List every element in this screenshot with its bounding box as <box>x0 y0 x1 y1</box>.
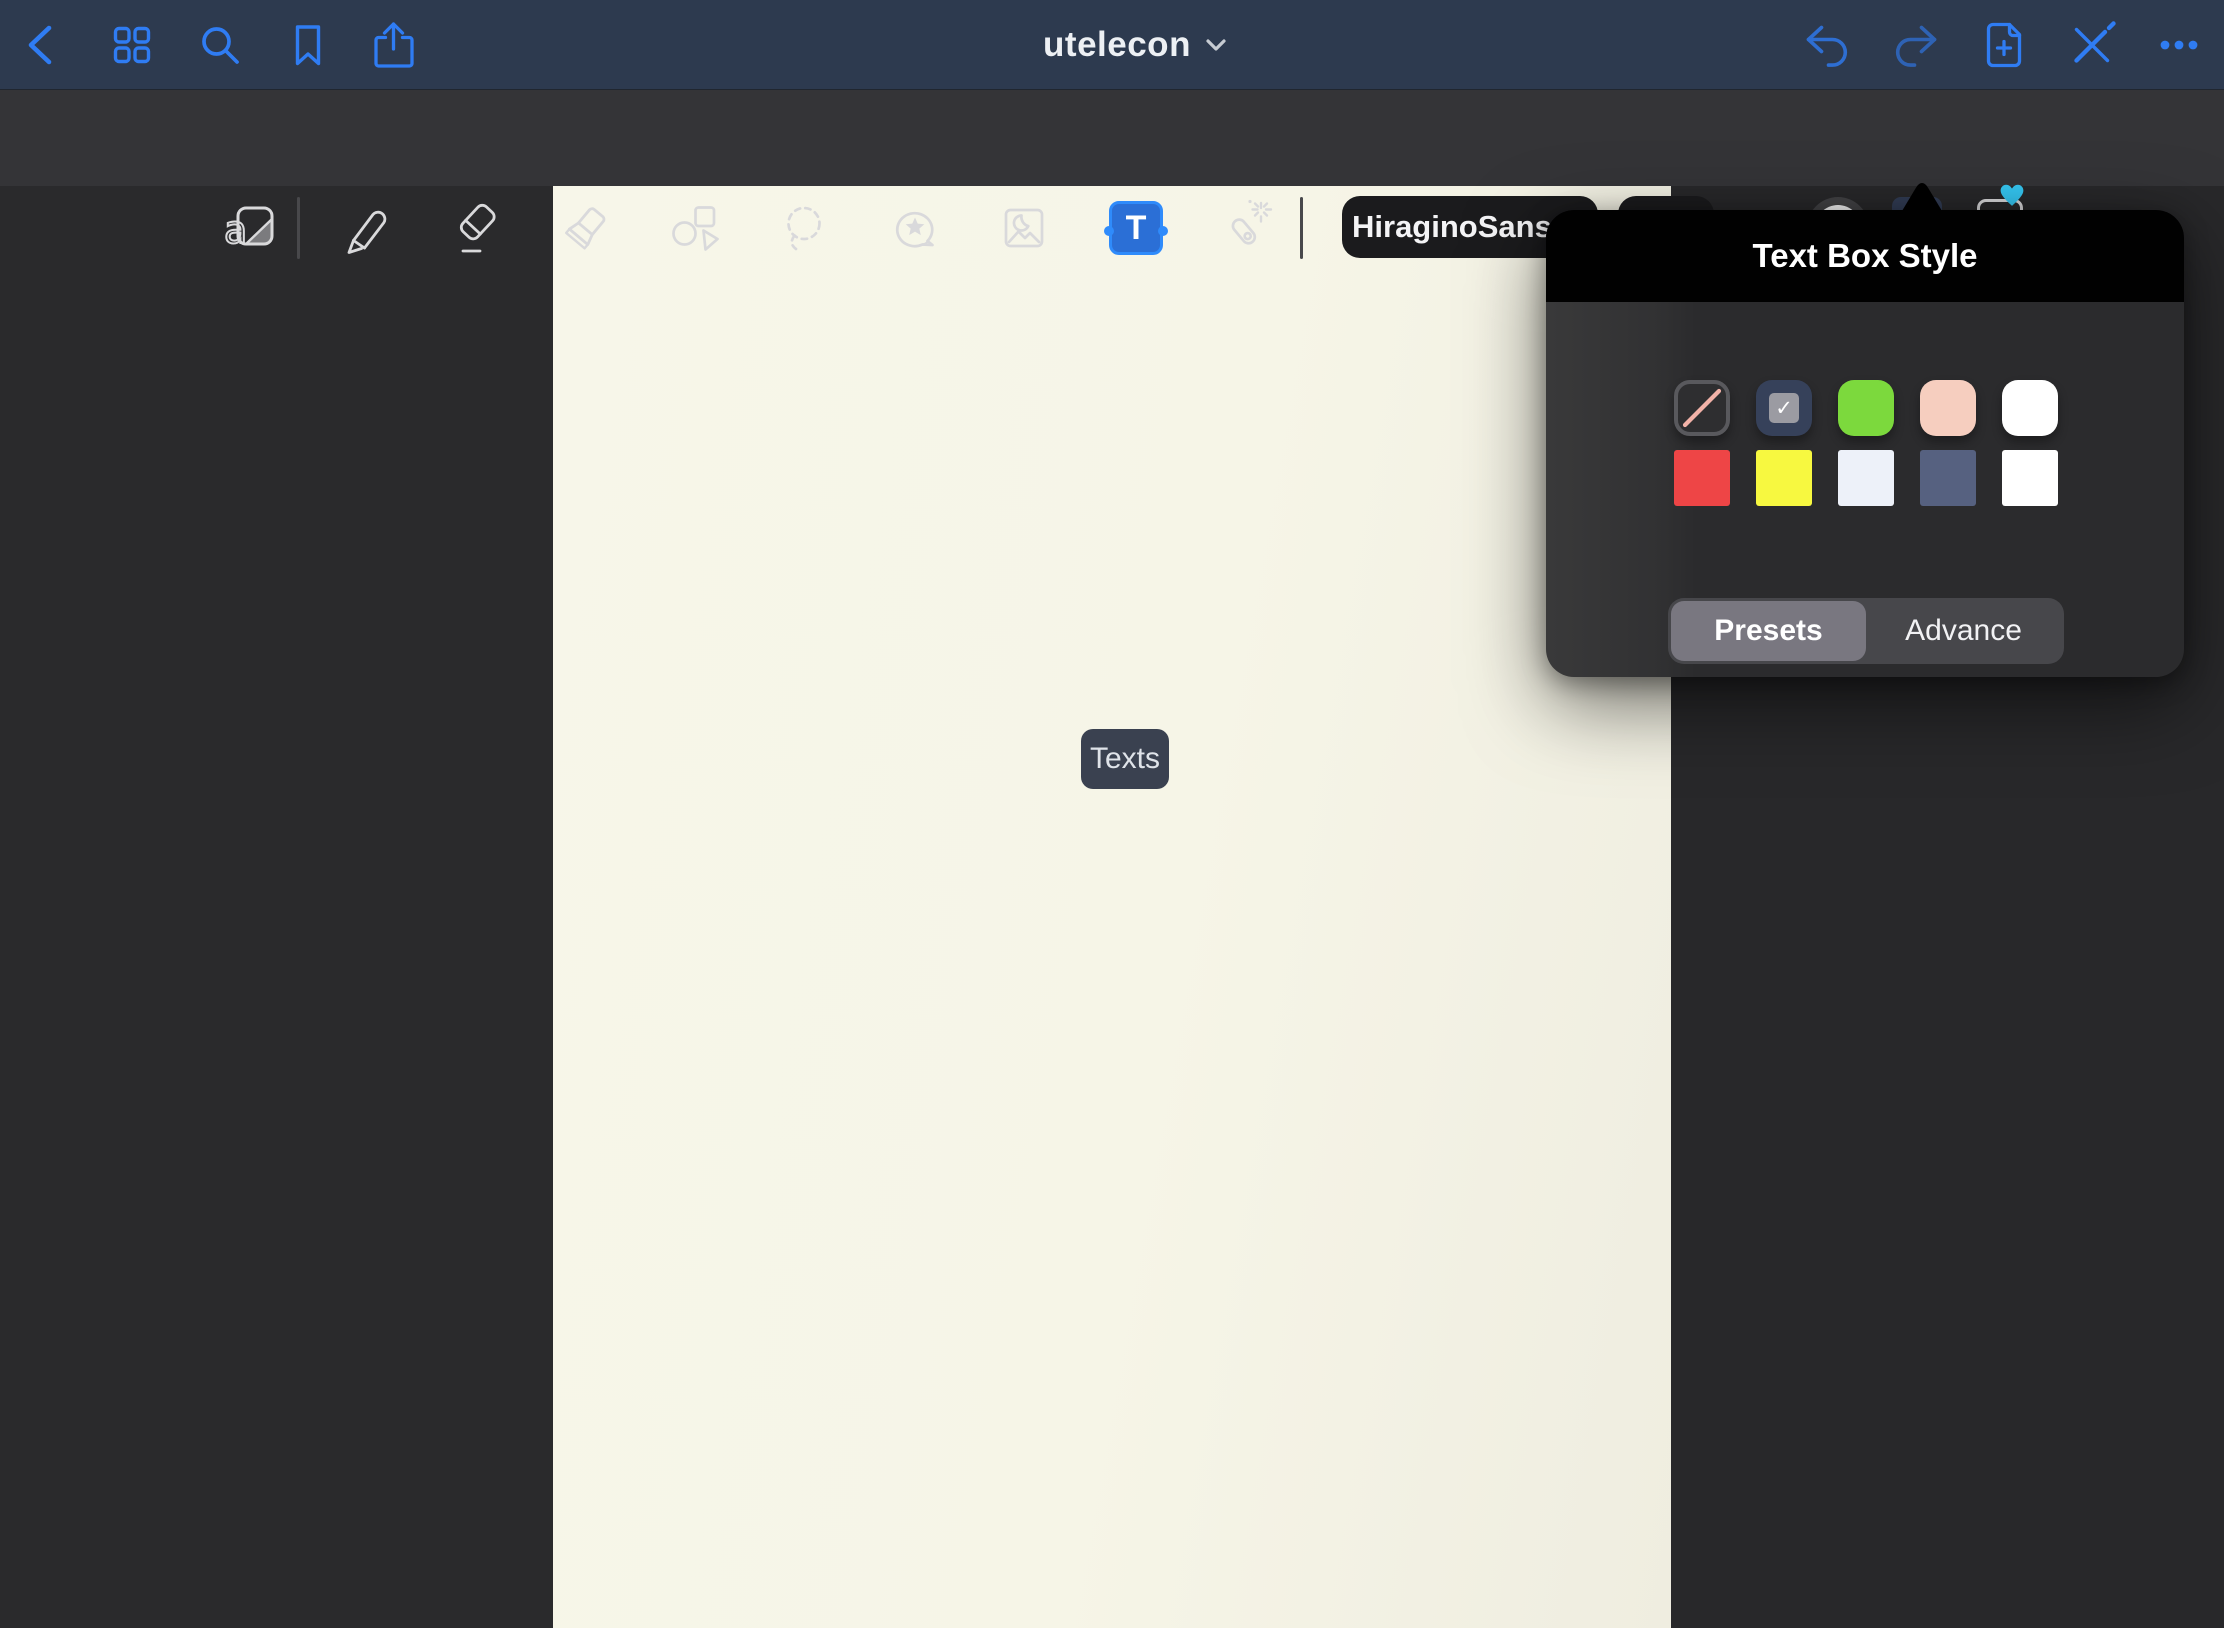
color-swatch-yellow[interactable] <box>1756 450 1812 506</box>
toolbar-divider <box>297 197 300 259</box>
tool-bar: a <box>0 90 2224 186</box>
back-chevron-icon <box>15 17 71 73</box>
popover-header: Text Box Style <box>1546 210 2184 302</box>
style-swatch-peach[interactable] <box>1920 380 1976 436</box>
page-panel-tool[interactable]: a <box>222 198 282 258</box>
undo-icon <box>1800 17 1856 73</box>
tab-presets[interactable]: Presets <box>1671 601 1866 661</box>
sticker-star-icon <box>887 200 943 256</box>
title-chevron-down-icon <box>1205 38 1227 52</box>
pen-crossed-icon <box>2064 17 2120 73</box>
add-page-icon <box>1976 17 2032 73</box>
color-swatch-white[interactable] <box>2002 450 2058 506</box>
text-tool-selected[interactable]: T <box>1109 201 1163 255</box>
pen-tool[interactable] <box>336 198 396 258</box>
disable-pen-button[interactable] <box>2063 16 2121 74</box>
canvas-text-box[interactable]: Texts <box>1081 729 1169 789</box>
shapes-tool[interactable] <box>664 198 724 258</box>
highlighter-tool[interactable] <box>556 198 616 258</box>
share-icon <box>366 17 422 73</box>
sticker-tool[interactable] <box>885 198 945 258</box>
shapes-icon <box>666 200 722 256</box>
page-title: utelecon <box>1043 25 1191 65</box>
popover-card: Text Box Style ✓ Presets <box>1546 210 2184 677</box>
eraser-tool[interactable] <box>445 198 505 258</box>
laser-pointer-icon <box>1214 198 1274 258</box>
style-swatch-white[interactable] <box>2002 380 2058 436</box>
thumbnails-button[interactable] <box>103 16 161 74</box>
lasso-tool[interactable] <box>774 198 834 258</box>
share-button[interactable] <box>365 16 423 74</box>
color-swatch-slate-blue[interactable] <box>1920 450 1976 506</box>
search-icon <box>192 17 248 73</box>
laser-pointer-tool[interactable] <box>1214 198 1274 258</box>
style-swatch-selected[interactable]: ✓ <box>1756 380 1812 436</box>
highlighter-icon <box>558 200 614 256</box>
eraser-icon <box>447 200 503 256</box>
image-tool[interactable] <box>994 198 1054 258</box>
more-button[interactable] <box>2150 16 2208 74</box>
checkmark-icon: ✓ <box>1769 393 1799 423</box>
bookmark-icon <box>280 17 336 73</box>
redo-icon <box>1887 17 1943 73</box>
more-ellipsis-icon <box>2151 17 2207 73</box>
popover-caret <box>1884 182 1960 211</box>
style-swatch-none[interactable] <box>1674 380 1730 436</box>
grid-thumbnails-icon <box>104 17 160 73</box>
style-swatch-green[interactable] <box>1838 380 1894 436</box>
page-panel-icon: a <box>222 198 282 258</box>
color-swatch-ice-blue[interactable] <box>1838 450 1894 506</box>
bookmark-button[interactable] <box>279 16 337 74</box>
lasso-icon <box>776 200 832 256</box>
tab-advance[interactable]: Advance <box>1866 601 2061 661</box>
search-button[interactable] <box>191 16 249 74</box>
canvas-margin-left <box>0 186 553 1628</box>
popover-body: ✓ Presets Advance <box>1546 302 2184 677</box>
color-swatch-red[interactable] <box>1674 450 1730 506</box>
image-icon <box>996 200 1052 256</box>
text-tool-glyph: T <box>1126 209 1147 248</box>
toolbar-divider <box>1300 197 1303 259</box>
svg-text:a: a <box>224 208 247 252</box>
popover-title: Text Box Style <box>1753 237 1978 275</box>
popup-tabs: Presets Advance <box>1668 598 2064 664</box>
note-page[interactable] <box>553 186 1671 1628</box>
add-page-button[interactable] <box>1975 16 2033 74</box>
top-navigation-bar: utelecon <box>0 0 2224 90</box>
selection-handle-left <box>1104 226 1114 236</box>
selection-handle-right <box>1158 226 1168 236</box>
text-box-style-popover: Text Box Style ✓ Presets <box>1546 182 2184 677</box>
canvas-text: Texts <box>1090 742 1160 776</box>
back-button[interactable] <box>14 16 72 74</box>
redo-button[interactable] <box>1886 16 1944 74</box>
pen-icon <box>338 200 394 256</box>
undo-button[interactable] <box>1799 16 1857 74</box>
document-title-button[interactable]: utelecon <box>985 0 1285 90</box>
